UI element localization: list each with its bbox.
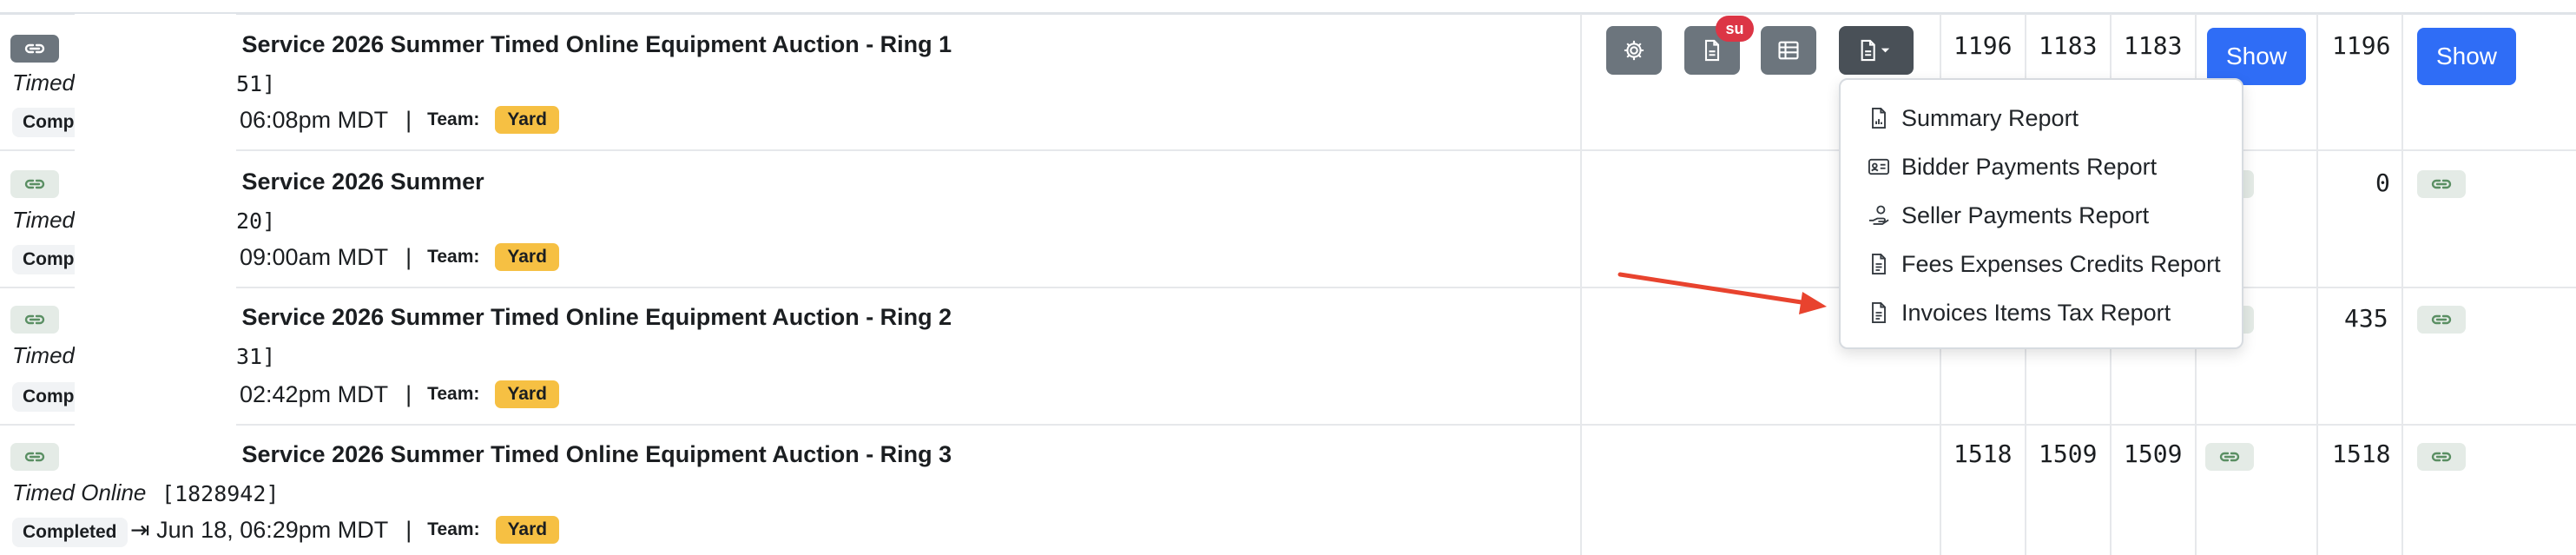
link-icon (2431, 314, 2452, 325)
link-icon (24, 452, 45, 462)
auction-title[interactable]: on Service 2026 Summer (207, 168, 484, 195)
show-button[interactable]: Show (2207, 28, 2306, 85)
auction-meta: 02:42pm MDT | Team: Yard (240, 380, 559, 408)
menu-item-seller-payments-report[interactable]: Seller Payments Report (1867, 198, 2149, 233)
settings-button[interactable] (1606, 26, 1662, 75)
reports-dropdown-menu: Summary Report Bidder Payments Report Se… (1839, 78, 2243, 349)
team-badge: Yard (495, 243, 559, 271)
show-button[interactable]: Show (2417, 28, 2516, 85)
total-cell: 1518 (2332, 439, 2391, 468)
gear-icon (1624, 40, 1644, 61)
menu-item-label: Summary Report (1901, 104, 2079, 131)
auction-link-icon[interactable] (10, 306, 59, 334)
team-label: Team: (427, 109, 480, 129)
menu-item-summary-report[interactable]: Summary Report (1867, 101, 2079, 135)
auction-type: Timed (12, 342, 76, 368)
end-time: 06:08pm MDT (240, 106, 389, 133)
menu-item-label: Fees Expenses Credits Report (1901, 250, 2221, 277)
arrow-head (1799, 292, 1827, 314)
menu-item-bidder-payments-report[interactable]: Bidder Payments Report (1867, 149, 2157, 184)
count-cell: 1518 (1953, 439, 2013, 468)
link-icon-cell[interactable] (2417, 443, 2466, 471)
auction-type: Timed (12, 69, 76, 96)
table-icon (1778, 41, 1799, 60)
count-cell: 1509 (2124, 439, 2183, 468)
link-icon (24, 179, 45, 189)
meta-separator: | (405, 243, 412, 270)
table-top-border (0, 12, 2576, 15)
link-icon-cell[interactable] (2205, 443, 2254, 471)
team-label: Team: (427, 384, 480, 404)
end-time: 02:42pm MDT (240, 380, 389, 407)
auction-type: Timed Online (12, 479, 147, 505)
auction-link-icon[interactable] (10, 170, 59, 198)
team-label: Team: (427, 247, 480, 267)
count-cell: 1509 (2039, 439, 2098, 468)
team-label: Team: (427, 519, 480, 539)
file-chevron-icon (1861, 39, 1890, 62)
link-icon-cell[interactable] (2417, 170, 2466, 198)
file-icon (1704, 39, 1720, 62)
auction-id: 20] (236, 208, 276, 234)
link-icon (2431, 179, 2452, 189)
end-time: 09:00am MDT (240, 243, 389, 270)
count-cell: 1183 (2124, 31, 2183, 60)
row-divider (0, 424, 2576, 426)
meta-separator: | (405, 516, 412, 543)
link-icon (2431, 452, 2452, 462)
auction-meta: 09:00am MDT | Team: Yard (240, 243, 559, 271)
link-icon (24, 43, 45, 54)
link-icon-cell[interactable] (2417, 306, 2466, 334)
total-cell: 1196 (2332, 31, 2391, 60)
column-divider (1580, 14, 1582, 555)
auction-link-icon[interactable] (10, 35, 59, 63)
meta-separator: | (405, 380, 412, 407)
total-cell: 435 (2344, 304, 2388, 333)
menu-item-label: Seller Payments Report (1901, 202, 2150, 228)
end-time: ⇥ Jun 18, 06:29pm MDT (130, 516, 389, 543)
auction-link-icon[interactable] (10, 443, 59, 471)
arrow-shaft (1617, 272, 1815, 307)
count-cell: 1196 (1953, 31, 2013, 60)
team-badge: Yard (495, 106, 559, 134)
menu-item-label: Invoices Items Tax Report (1901, 299, 2171, 326)
annotation-arrow (1617, 272, 1827, 314)
link-icon (24, 314, 45, 325)
count-cell: 1183 (2039, 31, 2098, 60)
auction-title[interactable]: on Service 2026 Summer Timed Online Equi… (207, 31, 952, 58)
table-button[interactable] (1761, 26, 1816, 75)
meta-separator: | (405, 106, 412, 133)
chart-file-icon (1872, 107, 1886, 129)
column-divider (2401, 14, 2403, 555)
file-text-icon (1872, 253, 1886, 275)
auction-type: Timed (12, 207, 76, 233)
team-badge: Yard (495, 380, 559, 408)
auction-id: 51] (236, 71, 276, 96)
file-text-icon (1872, 301, 1886, 324)
column-divider (2316, 14, 2318, 555)
menu-item-label: Bidder Payments Report (1901, 153, 2158, 180)
menu-item-invoices-items-tax-report[interactable]: Invoices Items Tax Report (1867, 295, 2171, 330)
su-badge: su (1716, 16, 1754, 42)
link-icon (2219, 452, 2240, 462)
auction-meta: 06:08pm MDT | Team: Yard (240, 106, 559, 134)
id-card-icon (1868, 158, 1890, 175)
occlusion-overlay (75, 14, 236, 483)
auction-title[interactable]: on Service 2026 Summer Timed Online Equi… (207, 441, 952, 468)
auction-id: [1828942] (161, 481, 280, 506)
status-badge: Completed (12, 518, 128, 547)
reports-dropdown-button[interactable] (1839, 26, 1914, 75)
auction-meta: ⇥ Jun 18, 06:29pm MDT | Team: Yard (130, 516, 560, 544)
hand-money-icon (1868, 205, 1889, 225)
total-cell: 0 (2375, 168, 2390, 197)
menu-item-fees-expenses-credits-report[interactable]: Fees Expenses Credits Report (1867, 247, 2221, 281)
auction-id: 31] (236, 344, 276, 369)
team-badge: Yard (495, 516, 560, 544)
auction-title[interactable]: on Service 2026 Summer Timed Online Equi… (207, 304, 952, 331)
